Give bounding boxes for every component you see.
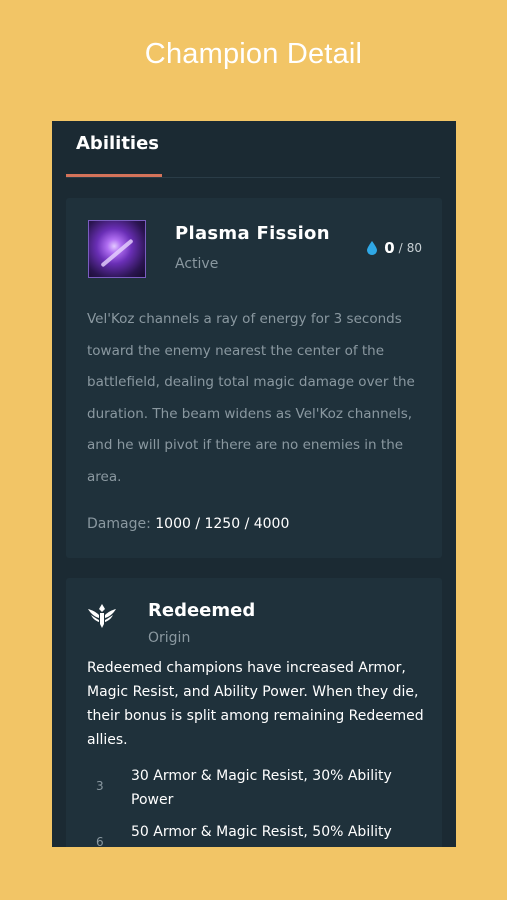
tab-abilities-label: Abilities — [76, 133, 160, 154]
tab-divider — [66, 177, 440, 178]
mana-separator: / — [398, 241, 403, 255]
ability-damage: Damage: 1000 / 1250 / 4000 — [87, 516, 289, 532]
ability-card: Plasma Fission Active 0 / 80 Vel'Koz cha… — [66, 198, 442, 558]
ability-name: Plasma Fission — [175, 223, 330, 244]
trait-name: Redeemed — [148, 600, 256, 621]
trait-description: Redeemed champions have increased Armor,… — [87, 660, 424, 748]
bonus-count: 3 — [96, 779, 104, 793]
bonus-text: 30 Armor & Magic Resist, 30% Ability Pow… — [131, 768, 392, 808]
trait-card: Redeemed Origin Redeemed champions have … — [66, 578, 442, 847]
mana-drop-icon — [367, 241, 378, 255]
damage-label: Damage: — [87, 516, 151, 532]
mana-current: 0 — [384, 239, 395, 257]
mana-cost: 0 / 80 — [367, 238, 422, 258]
plasma-fission-ability-icon — [88, 220, 146, 278]
damage-values: 1000 / 1250 / 4000 — [155, 516, 290, 532]
page-title: Champion Detail — [144, 38, 363, 70]
ability-description: Vel'Koz channels a ray of energy for 3 s… — [87, 311, 415, 485]
bonus-text: 50 Armor & Magic Resist, 50% Ability — [131, 824, 392, 840]
tab-abilities[interactable]: Abilities — [66, 121, 162, 179]
bonus-count: 6 — [96, 835, 104, 847]
mana-max: 80 — [406, 241, 422, 255]
tab-bar: Abilities — [52, 121, 456, 179]
redeemed-emblem-icon — [88, 604, 116, 628]
trait-type: Origin — [148, 630, 191, 646]
ability-type: Active — [175, 256, 219, 272]
app-screen: Abilities Plasma Fission Active 0 / 80 V… — [52, 121, 456, 847]
